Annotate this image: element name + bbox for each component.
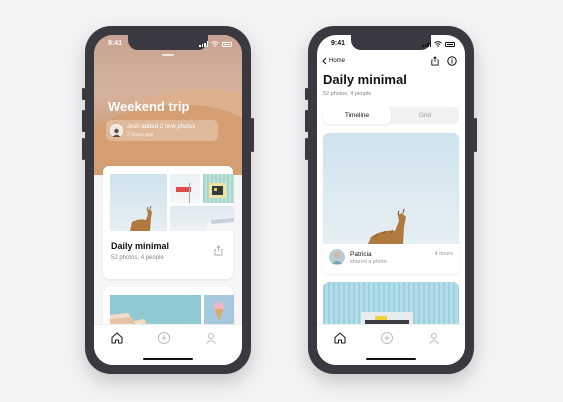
album-card[interactable]: Daily minimal 52 photos, 4 people — [103, 166, 234, 279]
status-bar: 9:41 — [317, 40, 465, 50]
view-toggle: Timeline Grid — [323, 107, 459, 124]
left-screen: Weekend trip Josh added 2 new photos 2 h… — [94, 35, 242, 365]
photo-giraffe[interactable] — [110, 174, 167, 231]
album-title: Daily minimal — [111, 241, 170, 251]
profile-icon[interactable] — [204, 331, 218, 345]
avatar[interactable] — [329, 249, 345, 265]
tab-timeline[interactable]: Timeline — [323, 107, 391, 124]
photo-building[interactable] — [170, 206, 234, 231]
wifi-icon — [434, 41, 442, 47]
photo-giraffe[interactable] — [323, 133, 459, 244]
album-subtitle: 52 photos, 4 people — [323, 91, 372, 97]
right-phone: 9:41 Home Daily minimal 52 photos, 4 peo… — [305, 26, 477, 374]
tab-grid[interactable]: Grid — [391, 107, 459, 124]
add-icon[interactable] — [380, 331, 394, 345]
share-icon[interactable] — [213, 245, 224, 256]
profile-icon[interactable] — [427, 331, 441, 345]
home-icon[interactable] — [333, 331, 347, 345]
photo-window[interactable] — [203, 174, 234, 203]
share-icon[interactable] — [430, 56, 440, 66]
status-time: 9:41 — [331, 40, 346, 47]
chevron-left-icon — [322, 57, 327, 65]
signal-icon — [199, 41, 208, 47]
post-action: shared a photo — [350, 259, 387, 265]
photo-post[interactable]: Patricia shared a photo 4 hours — [323, 133, 459, 274]
add-icon[interactable] — [157, 331, 171, 345]
right-screen: 9:41 Home Daily minimal 52 photos, 4 peo… — [317, 35, 465, 365]
left-phone: Weekend trip Josh added 2 new photos 2 h… — [82, 26, 254, 374]
page-title: Daily minimal — [323, 72, 407, 87]
signal-icon — [422, 41, 431, 47]
post-time: 4 hours — [434, 251, 453, 257]
tab-bar — [94, 324, 242, 365]
activity-banner[interactable]: Josh added 2 new photos 2 hours ago — [106, 120, 218, 141]
battery-icon — [222, 41, 232, 47]
activity-time: 2 hours ago — [127, 132, 154, 138]
home-icon[interactable] — [110, 331, 124, 345]
photo-icecream[interactable] — [204, 295, 234, 325]
drag-handle[interactable] — [162, 54, 174, 56]
info-icon[interactable] — [447, 56, 457, 66]
wifi-icon — [211, 41, 219, 47]
back-label: Home — [329, 58, 346, 64]
home-indicator[interactable] — [143, 358, 193, 360]
back-button[interactable]: Home — [322, 57, 345, 65]
post-author[interactable]: Patricia — [350, 251, 372, 258]
battery-icon — [445, 41, 455, 47]
status-time: 9:41 — [108, 40, 123, 47]
status-bar: 9:41 — [94, 40, 242, 50]
hero-title: Weekend trip — [108, 99, 190, 114]
photo-signpost[interactable] — [170, 174, 200, 203]
tab-bar — [317, 324, 465, 365]
album-hero[interactable]: Weekend trip Josh added 2 new photos 2 h… — [94, 35, 242, 175]
home-indicator[interactable] — [366, 358, 416, 360]
avatar — [110, 124, 123, 137]
activity-text: Josh added 2 new photos — [127, 124, 196, 130]
album-subtitle: 52 photos, 4 people — [111, 255, 164, 261]
